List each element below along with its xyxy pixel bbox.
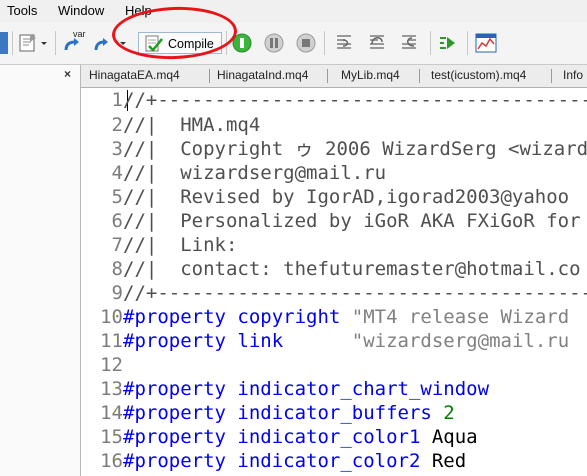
line-number: 2 [111,114,123,136]
tab-hinagataind[interactable]: HinagataInd.mq4 [217,68,308,89]
line-number: 4 [111,162,123,184]
code-line: 4//| wizardserg@mail.ru [81,161,387,185]
toolbar-separator [430,31,431,55]
property-name: indicator_color2 [225,450,432,472]
line-number: 7 [111,234,123,256]
code-line: 7//| Link: [81,233,238,257]
property-name: indicator_chart_window [225,378,490,400]
toolbar-separator [467,31,468,55]
line-number: 16 [100,450,123,472]
property-value: "wizardserg@mail.ru [351,330,570,352]
line-text: //| Copyright ゥ 2006 WizardSerg <wizard [123,138,587,160]
var-label: var [73,29,86,39]
line-number: 13 [100,378,123,400]
chart-icon[interactable] [474,32,498,54]
tab-mylib[interactable]: MyLib.mq4 [341,68,400,89]
pause-icon[interactable] [263,32,285,54]
line-number: 14 [100,402,123,424]
step-into-icon[interactable] [333,32,357,54]
property-value: Red [431,450,467,472]
line-number: 9 [111,282,123,304]
toolbar-edge-icon[interactable] [0,32,8,54]
code-line: 2//| HMA.mq4 [81,113,261,137]
directive-keyword: #property [123,378,226,400]
toolbar: var Compile [0,23,587,65]
line-number: 6 [111,210,123,232]
stop-icon[interactable] [295,32,317,54]
property-name: link [225,330,352,352]
line-number: 11 [100,330,123,352]
line-text: //| wizardserg@mail.ru [123,162,387,184]
line-text: //| Personalized by iGoR AKA FXiGoR for [123,210,581,232]
tab-separator [209,69,210,83]
property-value: Aqua [431,426,478,448]
goto-variable-icon[interactable]: var [62,29,86,54]
directive-keyword: #property [123,402,226,424]
toolbar-separator [324,31,325,55]
line-number: 8 [111,258,123,280]
code-line: 10#property copyright "MT4 release Wizar… [81,305,569,329]
tab-separator [551,69,552,83]
menu-bar: Tools Window Help [0,0,587,24]
code-line: 5//| Revised by IgorAD,igorad2003@yahoo [81,185,570,209]
line-text: //+-------------------------------------… [123,89,587,111]
directive-keyword: #property [123,450,226,472]
close-icon[interactable]: × [64,67,71,81]
line-number: 3 [111,138,123,160]
code-line: 1//+------------------------------------… [81,88,587,112]
code-line: 11#property link "wizardserg@mail.ru [81,329,569,353]
code-line: 9//+------------------------------------… [81,281,587,305]
step-out-icon[interactable] [398,32,422,54]
line-text: //| HMA.mq4 [123,114,261,136]
property-name: indicator_buffers [225,402,444,424]
tab-bar: HinagataEA.mq4 HinagataInd.mq4 MyLib.mq4… [81,65,587,88]
line-number: 5 [111,186,123,208]
property-value: 2 [443,402,455,424]
run-icon[interactable] [437,32,459,54]
tab-hinagataea[interactable]: HinagataEA.mq4 [89,68,180,89]
tab-test-icustom[interactable]: test(icustom).mq4 [431,68,526,89]
line-number: 1 [111,89,123,111]
tab-separator [419,69,420,83]
code-editor[interactable]: 1//+------------------------------------… [81,88,587,476]
directive-keyword: #property [123,426,226,448]
line-number: 10 [100,306,123,328]
code-line: 3//| Copyright ゥ 2006 WizardSerg <wizard [81,137,587,161]
line-number: 15 [100,426,123,448]
code-line: 15#property indicator_color1 Aqua [81,425,478,449]
tab-separator [327,69,328,83]
line-text: //+-------------------------------------… [123,282,587,304]
property-name: copyright [225,306,352,328]
code-line: 6//| Personalized by iGoR AKA FXiGoR for [81,209,581,233]
property-value: "MT4 release Wizard [351,306,570,328]
directive-keyword: #property [123,330,226,352]
line-text: //| Link: [123,234,238,256]
step-over-icon[interactable] [366,32,390,54]
code-line: 12 [81,353,123,377]
code-line: 13#property indicator_chart_window [81,377,489,401]
menu-window[interactable]: Window [58,3,104,18]
tab-info[interactable]: Info [563,68,583,89]
line-text: //| Revised by IgorAD,igorad2003@yahoo [123,186,570,208]
code-line: 14#property indicator_buffers 2 [81,401,455,425]
toolbar-separator [12,31,13,55]
line-text: //| contact: thefuturemaster@hotmail.co [123,258,581,280]
properties-icon[interactable] [18,32,50,54]
property-name: indicator_color1 [225,426,432,448]
code-line: 8//| contact: thefuturemaster@hotmail.co [81,257,581,281]
code-line: 16#property indicator_color2 Red [81,449,466,473]
navigator-panel [0,65,81,476]
line-number: 12 [100,354,123,376]
toolbar-separator [55,31,56,55]
menu-tools[interactable]: Tools [7,3,37,18]
directive-keyword: #property [123,306,226,328]
